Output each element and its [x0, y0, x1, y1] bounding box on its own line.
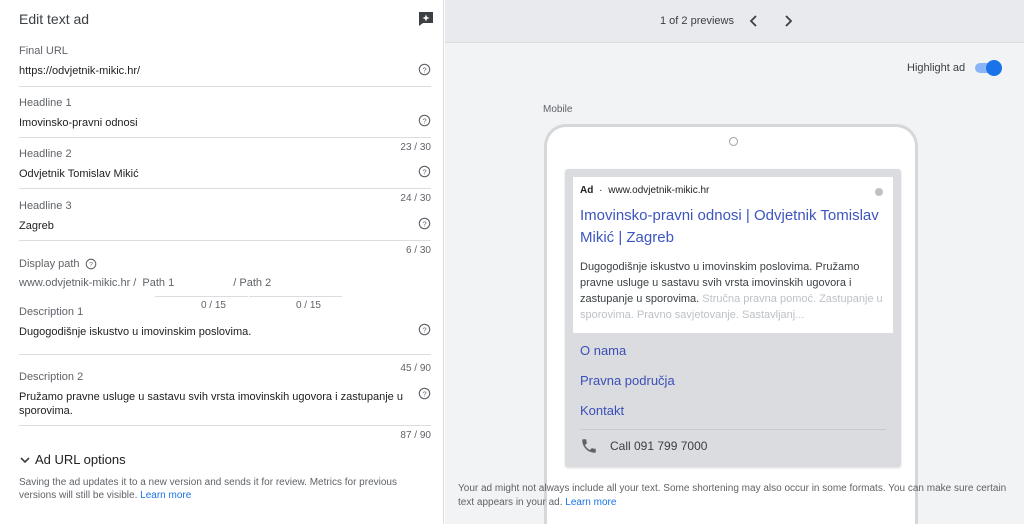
headline2-value[interactable]: Odvjetnik Tomislav Mikić [19, 168, 139, 180]
svg-text:?: ? [422, 65, 426, 74]
display-path-row: www.odvjetnik-mikic.hr / Path 1 / Path 2 [19, 277, 271, 289]
ad-main: Ad · www.odvjetnik-mikic.hr Imovinsko-pr… [573, 177, 893, 333]
help-icon[interactable]: ? [418, 323, 431, 336]
ad-display-url: www.odvjetnik-mikic.hr [608, 185, 710, 196]
sitelink-o-nama[interactable]: O nama [580, 343, 626, 358]
call-extension[interactable]: Call 091 799 7000 [580, 437, 707, 455]
sparkle-icon[interactable] [417, 10, 435, 28]
help-icon[interactable]: ? [85, 258, 97, 270]
preview-toolbar: 1 of 2 previews [445, 0, 1024, 43]
headline3-label: Headline 3 [19, 200, 72, 212]
chevron-down-icon [20, 456, 30, 463]
info-dot-icon[interactable] [875, 188, 883, 196]
svg-text:?: ? [422, 167, 426, 176]
path2-input[interactable]: / Path 2 [233, 277, 271, 289]
ad-url-options-toggle[interactable]: Ad URL options [19, 452, 126, 467]
svg-text:?: ? [422, 325, 426, 334]
chevron-left-icon[interactable] [747, 13, 761, 29]
headline3-field[interactable]: Headline 3 Zagreb ? 6 / 30 [19, 200, 431, 260]
final-url-value[interactable]: https://odvjetnik-mikic.hr/ [19, 65, 140, 77]
description2-value[interactable]: Pružamo pravne usluge u sastavu svih vrs… [19, 390, 404, 418]
headline3-counter: 6 / 30 [405, 245, 431, 256]
highlight-ad-toggle[interactable] [972, 60, 1002, 76]
help-icon[interactable]: ? [418, 217, 431, 230]
display-path-label: Display path ? [19, 258, 431, 270]
learn-more-link[interactable]: Learn more [565, 497, 616, 508]
path1-input[interactable]: Path 1 [142, 277, 174, 289]
svg-text:?: ? [89, 262, 93, 269]
ad-headline[interactable]: Imovinsko-pravni odnosi | Odvjetnik Tomi… [580, 205, 890, 249]
svg-text:?: ? [422, 389, 426, 398]
preview-panel: 1 of 2 previews Highlight ad Mobile Ad ·… [445, 0, 1024, 524]
help-icon[interactable]: ? [418, 114, 431, 127]
headline1-label: Headline 1 [19, 97, 72, 109]
ad-preview-card: Ad · www.odvjetnik-mikic.hr Imovinsko-pr… [565, 169, 901, 467]
learn-more-link[interactable]: Learn more [140, 490, 191, 501]
final-url-label: Final URL [19, 45, 68, 57]
camera-icon [729, 137, 738, 146]
description2-label: Description 2 [19, 371, 84, 383]
ad-badge: Ad [580, 185, 594, 196]
mobile-phone-frame: Ad · www.odvjetnik-mikic.hr Imovinsko-pr… [544, 124, 918, 524]
headline2-label: Headline 2 [19, 148, 72, 160]
description2-field[interactable]: Description 2 Pružamo pravne usluge u sa… [19, 371, 431, 443]
help-icon[interactable]: ? [418, 165, 431, 178]
sitelink-kontakt[interactable]: Kontakt [580, 403, 624, 418]
description1-field[interactable]: Description 1 Dugogodišnje iskustvo u im… [19, 306, 431, 376]
chevron-right-icon[interactable] [781, 13, 795, 29]
description1-label: Description 1 [19, 306, 84, 318]
sitelink-pravna-podrucja[interactable]: Pravna područja [580, 373, 675, 388]
device-label: Mobile [543, 104, 573, 115]
edit-panel: Edit text ad Final URL https://odvjetnik… [0, 0, 444, 524]
display-path-domain: www.odvjetnik-mikic.hr / [19, 277, 137, 289]
final-url-field[interactable]: Final URL https://odvjetnik-mikic.hr/ ? [19, 45, 431, 87]
phone-icon [582, 439, 596, 453]
preview-disclaimer: Your ad might not always include all you… [458, 483, 1007, 508]
panel-title: Edit text ad [19, 11, 90, 27]
highlight-ad-label: Highlight ad [907, 62, 966, 74]
headline1-value[interactable]: Imovinsko-pravni odnosi [19, 117, 138, 129]
svg-text:?: ? [422, 116, 426, 125]
ad-description: Dugogodišnje iskustvo u imovinskim poslo… [580, 261, 883, 321]
description1-value[interactable]: Dugogodišnje iskustvo u imovinskim poslo… [19, 326, 251, 338]
headline3-value[interactable]: Zagreb [19, 220, 54, 232]
preview-counter: 1 of 2 previews [660, 15, 734, 27]
description2-counter: 87 / 90 [400, 430, 431, 441]
help-icon[interactable]: ? [418, 387, 431, 400]
help-icon[interactable]: ? [418, 63, 431, 76]
svg-text:?: ? [422, 219, 426, 228]
ad-meta: Ad · www.odvjetnik-mikic.hr [580, 185, 710, 196]
save-note: Saving the ad updates it to a new versio… [19, 477, 397, 501]
headline2-field[interactable]: Headline 2 Odvjetnik Tomislav Mikić ? 24… [19, 148, 431, 208]
